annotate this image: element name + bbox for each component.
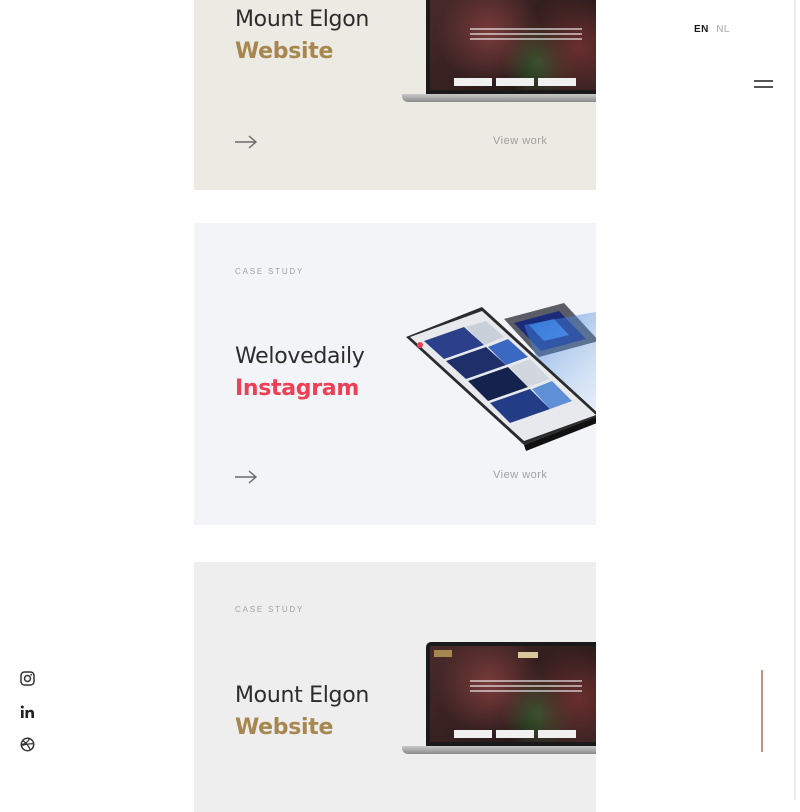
hamburger-menu-icon[interactable] bbox=[754, 78, 774, 90]
case-card-mount-elgon-top[interactable]: Mount Elgon Website View work bbox=[194, 0, 596, 190]
linkedin-icon[interactable] bbox=[18, 703, 36, 721]
case-card-mount-elgon[interactable]: CASE STUDY Mount Elgon Website bbox=[194, 562, 596, 812]
case-title: Mount Elgon Website bbox=[235, 680, 369, 744]
case-card-welovedaily[interactable]: CASE STUDY Welovedaily Instagram View wo… bbox=[194, 223, 596, 525]
case-title-line2: Instagram bbox=[235, 376, 359, 401]
view-work-link[interactable]: View work bbox=[493, 135, 547, 147]
case-title-line2: Website bbox=[235, 715, 334, 740]
case-title-line1: Mount Elgon bbox=[235, 7, 370, 32]
arrow-right-icon[interactable] bbox=[234, 470, 258, 484]
language-en[interactable]: EN bbox=[694, 24, 709, 35]
scroll-indicator bbox=[761, 670, 763, 752]
case-title: Mount Elgon Website bbox=[235, 4, 369, 68]
arrow-right-icon[interactable] bbox=[234, 135, 258, 149]
dribbble-icon[interactable] bbox=[18, 735, 36, 753]
case-title-line1: Welovedaily bbox=[235, 344, 365, 369]
case-study-label: CASE STUDY bbox=[235, 267, 305, 276]
language-switch: EN NL bbox=[694, 24, 734, 35]
language-nl[interactable]: NL bbox=[716, 24, 730, 35]
case-title-line1: Mount Elgon bbox=[235, 683, 370, 708]
instagram-icon[interactable] bbox=[18, 669, 36, 687]
case-title: Welovedaily Instagram bbox=[235, 341, 365, 405]
case-study-label: CASE STUDY bbox=[235, 605, 305, 614]
phone-mockup bbox=[406, 303, 596, 451]
case-title-line2: Website bbox=[235, 39, 334, 64]
laptop-mockup bbox=[402, 0, 596, 108]
view-work-link[interactable]: View work bbox=[493, 469, 547, 481]
page-edge-divider bbox=[794, 0, 796, 800]
laptop-mockup bbox=[402, 642, 596, 760]
